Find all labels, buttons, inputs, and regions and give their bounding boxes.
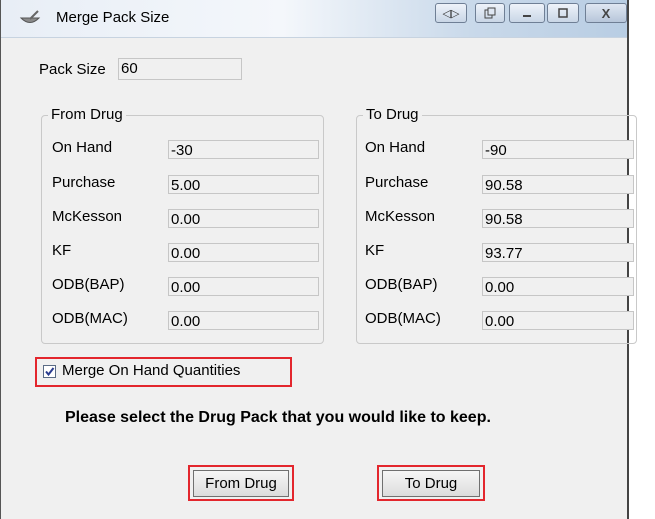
maximize-icon bbox=[558, 8, 568, 18]
window-title: Merge Pack Size bbox=[56, 9, 170, 26]
to-on-hand-label: On Hand bbox=[365, 139, 426, 156]
merge-pack-size-window: Merge Pack Size ◁▷ X Pack Size 60 From D… bbox=[0, 0, 637, 519]
from-purchase-label: Purchase bbox=[52, 174, 116, 191]
from-on-hand-field[interactable]: -30 bbox=[168, 140, 319, 159]
from-odb-bap-label: ODB(BAP) bbox=[52, 276, 125, 293]
title-bar[interactable]: Merge Pack Size ◁▷ X bbox=[1, 0, 627, 38]
pack-size-label: Pack Size bbox=[39, 61, 106, 78]
from-kf-field[interactable]: 0.00 bbox=[168, 243, 319, 262]
to-purchase-label: Purchase bbox=[365, 174, 429, 191]
from-drug-group-title: From Drug bbox=[48, 106, 126, 124]
close-icon: X bbox=[601, 5, 611, 21]
to-odb-mac-field[interactable]: 0.00 bbox=[482, 311, 634, 330]
to-drug-group-title: To Drug bbox=[363, 106, 422, 124]
from-drug-button[interactable]: From Drug bbox=[193, 470, 289, 497]
pack-size-field[interactable]: 60 bbox=[118, 58, 242, 80]
to-mckesson-label: McKesson bbox=[365, 208, 436, 225]
checkmark-icon bbox=[45, 367, 55, 377]
from-odb-mac-field[interactable]: 0.00 bbox=[168, 311, 319, 330]
mortar-pestle-icon bbox=[19, 10, 41, 23]
from-mckesson-field[interactable]: 0.00 bbox=[168, 209, 319, 228]
to-kf-label: KF bbox=[365, 242, 385, 259]
to-mckesson-field[interactable]: 90.58 bbox=[482, 209, 634, 228]
selection-prompt: Please select the Drug Pack that you wou… bbox=[65, 409, 491, 426]
from-purchase-field[interactable]: 5.00 bbox=[168, 175, 319, 194]
minimize-button[interactable] bbox=[509, 3, 545, 23]
from-drug-button-label: From Drug bbox=[205, 475, 277, 492]
merge-on-hand-label[interactable]: Merge On Hand Quantities bbox=[62, 362, 240, 379]
minimize-icon bbox=[523, 15, 531, 17]
from-on-hand-label: On Hand bbox=[52, 139, 113, 156]
from-odb-bap-field[interactable]: 0.00 bbox=[168, 277, 319, 296]
to-odb-bap-label: ODB(BAP) bbox=[365, 276, 438, 293]
to-on-hand-field[interactable]: -90 bbox=[482, 140, 634, 159]
restore-button[interactable] bbox=[475, 3, 505, 23]
nav-arrows-icon: ◁▷ bbox=[442, 7, 460, 20]
close-button[interactable]: X bbox=[585, 3, 627, 23]
from-kf-label: KF bbox=[52, 242, 72, 259]
to-odb-bap-field[interactable]: 0.00 bbox=[482, 277, 634, 296]
merge-on-hand-checkbox[interactable] bbox=[43, 365, 56, 378]
from-mckesson-label: McKesson bbox=[52, 208, 123, 225]
to-drug-button[interactable]: To Drug bbox=[382, 470, 480, 497]
maximize-button[interactable] bbox=[547, 3, 579, 23]
to-kf-field[interactable]: 93.77 bbox=[482, 243, 634, 262]
from-odb-mac-label: ODB(MAC) bbox=[52, 310, 128, 327]
to-drug-button-label: To Drug bbox=[404, 475, 458, 492]
nav-arrows-button[interactable]: ◁▷ bbox=[435, 3, 467, 23]
restore-icon bbox=[484, 7, 496, 19]
to-odb-mac-label: ODB(MAC) bbox=[365, 310, 441, 327]
to-purchase-field[interactable]: 90.58 bbox=[482, 175, 634, 194]
